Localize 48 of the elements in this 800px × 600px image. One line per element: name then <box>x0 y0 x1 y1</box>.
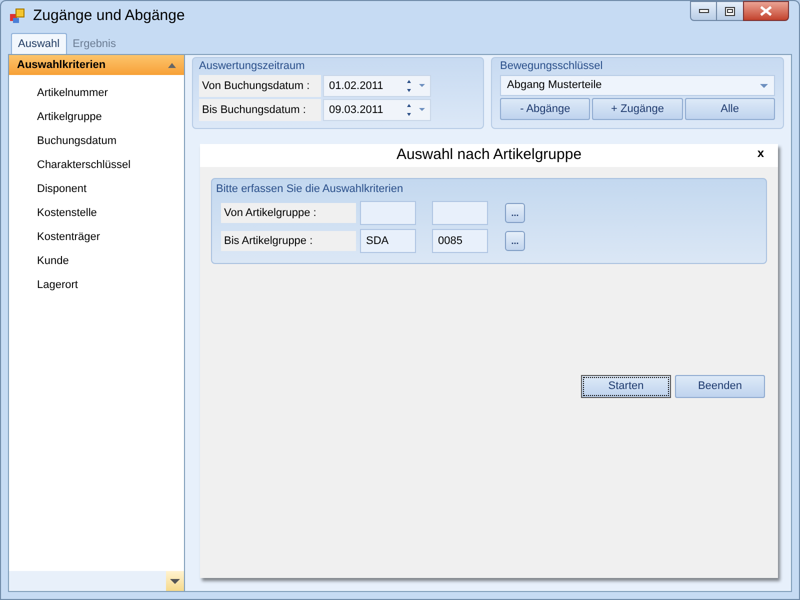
sidebar-item[interactable]: Disponent <box>9 177 184 201</box>
field-label: Von Artikelgruppe : <box>221 203 356 223</box>
dialog-title: Auswahl nach Artikelgruppe <box>396 145 582 166</box>
group-title: Bitte erfassen Sie die Auswahlkriterien <box>216 182 404 197</box>
input-field[interactable] <box>360 201 416 225</box>
close-icon <box>760 6 772 16</box>
browse-button[interactable]: ... <box>505 203 525 223</box>
field-label: Von Buchungsdatum : <box>199 75 321 97</box>
sidebar-item[interactable]: Buchungsdatum <box>9 129 184 153</box>
maximize-button[interactable] <box>717 1 743 21</box>
browse-button[interactable]: ... <box>505 231 525 251</box>
field-label: Bis Artikelgruppe : <box>221 231 356 251</box>
input-field[interactable]: SDA <box>360 229 416 253</box>
close-button[interactable] <box>743 1 789 21</box>
sidebar-item[interactable]: Charakterschlüssel <box>9 153 184 177</box>
tab[interactable]: Auswahl <box>11 33 67 54</box>
dialog-button[interactable]: Beenden <box>675 375 765 398</box>
minimize-button[interactable] <box>690 1 717 21</box>
input-field[interactable]: 0085 <box>432 229 488 253</box>
sidebar-item[interactable]: Kostenstelle <box>9 201 184 225</box>
spinner-icon[interactable] <box>405 103 427 117</box>
sidebar-item[interactable]: Artikelgruppe <box>9 105 184 129</box>
group-title: Bewegungsschlüssel <box>500 59 604 74</box>
sidebar-item[interactable]: Artikelnummer <box>9 81 184 105</box>
sidebar-item[interactable]: Kunde <box>9 249 184 273</box>
collapse-icon <box>168 62 176 68</box>
field-label: Bis Buchungsdatum : <box>199 99 321 121</box>
dialog-button[interactable]: Starten <box>581 375 671 398</box>
input-field[interactable] <box>432 201 488 225</box>
sidebar-item[interactable]: Lagerort <box>9 273 184 297</box>
sidebar-header[interactable]: Auswahlkriterien <box>9 55 184 75</box>
filter-button[interactable]: Alle <box>684 98 775 120</box>
maximize-icon <box>725 6 735 16</box>
date-field[interactable]: 09.03.2011 <box>323 99 431 121</box>
sidebar-item[interactable]: Kostenträger <box>9 225 184 249</box>
filter-button[interactable]: + Zugänge <box>592 98 683 120</box>
window-title: Zugänge und Abgänge <box>33 6 185 26</box>
minimize-icon <box>698 9 708 13</box>
caret-icon <box>170 578 180 584</box>
app-icon <box>9 8 25 24</box>
spinner-icon[interactable] <box>405 79 427 93</box>
close-button[interactable]: x <box>757 146 764 160</box>
scroll-down-button[interactable] <box>166 571 184 591</box>
group-title: Auswertungszeitraum <box>199 59 306 74</box>
dropdown[interactable]: Abgang Musterteile <box>500 75 775 96</box>
dropdown-arrow-icon <box>760 84 768 88</box>
date-field[interactable]: 01.02.2011 <box>323 75 431 97</box>
filter-button[interactable]: - Abgänge <box>500 98 590 120</box>
